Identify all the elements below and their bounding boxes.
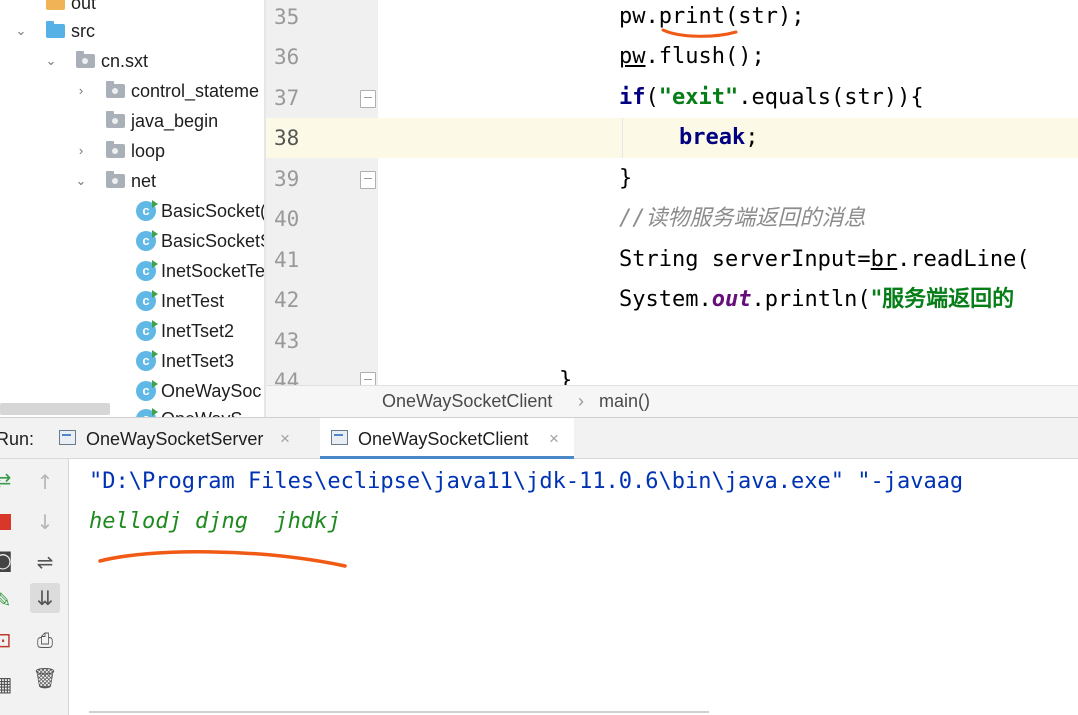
arrow-up-icon[interactable]: ↑ xyxy=(30,467,60,497)
tree-horizontal-scrollbar[interactable] xyxy=(0,403,110,415)
close-icon[interactable]: × xyxy=(549,418,559,460)
tree-item-control-statement[interactable]: › control_stateme xyxy=(0,76,264,106)
java-class-icon: c xyxy=(136,408,158,417)
tree-item-class[interactable]: c BasicSocketS xyxy=(0,226,266,256)
code-line-41: String serverInput=br.readLine( xyxy=(619,247,1030,272)
line-number: 35 xyxy=(274,5,300,29)
java-class-icon: c xyxy=(136,290,158,311)
line-number: 38 xyxy=(274,126,300,150)
code-line-38: break; xyxy=(679,125,759,150)
code-line-44: } xyxy=(559,368,573,385)
chevron-down-icon[interactable]: ⌄ xyxy=(74,166,88,196)
package-icon xyxy=(76,51,95,68)
line-number: 41 xyxy=(274,248,300,272)
tree-item-class[interactable]: c InetSocketTe xyxy=(0,256,265,286)
stop-icon[interactable] xyxy=(0,505,18,535)
tree-item-class[interactable]: c InetTset3 xyxy=(0,346,264,376)
java-class-icon: c xyxy=(136,350,158,371)
java-class-icon: c xyxy=(136,230,158,251)
tree-item-java-begin[interactable]: java_begin xyxy=(0,106,264,136)
fold-marker-icon[interactable] xyxy=(360,171,376,189)
rerun-icon[interactable]: ⇄ xyxy=(0,465,18,495)
line-number: 37 xyxy=(274,86,300,110)
arrow-down-icon[interactable]: ↓ xyxy=(30,507,60,537)
project-tree: out ⌄ src ⌄ cn.sxt › control_stateme jav… xyxy=(0,0,266,417)
tree-item-net[interactable]: ⌄ net xyxy=(0,166,264,196)
chevron-right-icon[interactable]: › xyxy=(74,136,88,166)
java-class-icon: c xyxy=(136,260,158,281)
tree-item-loop[interactable]: › loop xyxy=(0,136,264,166)
scroll-to-end-icon[interactable]: ⇊ xyxy=(30,583,60,613)
package-icon xyxy=(106,111,125,128)
source-folder-icon xyxy=(46,21,65,38)
tree-item-class[interactable]: c InetTset2 xyxy=(0,316,264,346)
line-number: 36 xyxy=(274,45,300,69)
code-editor[interactable]: pw.print(str); pw.flush(); if("exit".equ… xyxy=(378,0,1078,385)
trash-icon[interactable]: 🗑 xyxy=(30,663,60,693)
tree-item-class[interactable]: c InetTest xyxy=(0,286,264,316)
console-scrollbar[interactable] xyxy=(89,711,709,713)
run-toolbar-secondary: ↑ ↓ ⇌ ⇊ ⎙ 🗑 xyxy=(22,459,69,715)
run-tool-window-header: Run: OneWaySocketServer × OneWaySocketCl… xyxy=(0,417,1078,459)
breadcrumb: OneWaySocketClient › main() xyxy=(266,385,1078,418)
close-icon[interactable]: × xyxy=(280,418,290,460)
tab-run-client[interactable]: OneWaySocketClient × xyxy=(320,418,574,459)
breadcrumb-separator: › xyxy=(578,391,584,411)
breadcrumb-method[interactable]: main() xyxy=(599,386,650,416)
run-console-icon xyxy=(59,430,76,445)
soft-wrap-icon[interactable]: ⇌ xyxy=(30,547,60,577)
code-line-40: //读物服务端返回的消息 xyxy=(619,206,866,231)
breadcrumb-class[interactable]: OneWaySocketClient xyxy=(382,386,552,416)
chevron-right-icon[interactable]: › xyxy=(74,76,88,106)
chevron-down-icon[interactable]: ⌄ xyxy=(44,46,58,76)
fold-marker-icon[interactable] xyxy=(360,90,376,108)
line-number: 43 xyxy=(274,329,300,353)
indent-guide xyxy=(622,118,623,158)
java-class-icon: c xyxy=(136,320,158,341)
editor-gutter: 35 36 37 38 39 40 41 42 43 44 xyxy=(266,0,378,385)
folder-icon xyxy=(46,0,65,10)
code-line-35: pw.print(str); xyxy=(619,4,805,29)
tree-item-cn-sxt[interactable]: ⌄ cn.sxt xyxy=(0,46,264,76)
package-icon xyxy=(106,141,125,158)
code-line-36: pw.flush(); xyxy=(619,44,765,69)
fold-marker-icon[interactable] xyxy=(360,372,376,385)
tree-item-src[interactable]: ⌄ src xyxy=(0,16,264,46)
line-number: 40 xyxy=(274,207,300,231)
code-line-42: System.out.println("服务端返回的 xyxy=(619,287,1015,312)
run-console-icon xyxy=(331,430,348,445)
line-number: 44 xyxy=(274,369,300,385)
tab-run-server[interactable]: OneWaySocketServer × xyxy=(50,418,306,459)
code-line-39: } xyxy=(619,166,633,191)
layout-icon[interactable]: ▦ xyxy=(0,669,18,699)
line-number: 39 xyxy=(274,167,300,191)
console-command-line: "D:\Program Files\eclipse\java11\jdk-11.… xyxy=(89,469,964,494)
print-icon[interactable]: ⎙ xyxy=(30,625,60,655)
console-user-input: hellodj djng jhdkj xyxy=(89,509,341,534)
camera-icon[interactable]: ◙ xyxy=(0,545,18,575)
exit-icon[interactable]: ⊡ xyxy=(0,625,18,655)
code-line-37: if("exit".equals(str)){ xyxy=(619,85,924,110)
package-icon xyxy=(106,171,125,188)
chevron-down-icon[interactable]: ⌄ xyxy=(14,16,28,46)
console-output[interactable]: "D:\Program Files\eclipse\java11\jdk-11.… xyxy=(69,459,1078,715)
line-number: 42 xyxy=(274,288,300,312)
tree-item-class[interactable]: c OneWaySoc xyxy=(0,376,264,406)
java-class-icon: c xyxy=(136,380,158,401)
package-icon xyxy=(106,81,125,98)
run-toolbar-primary: ⇄ ◙ ✎ ⊡ ▦ xyxy=(0,459,23,715)
run-label: Run: xyxy=(0,429,35,449)
tree-item-class[interactable]: c BasicSocket( xyxy=(0,196,266,226)
restore-layout-icon[interactable]: ✎ xyxy=(0,585,18,615)
java-class-icon: c xyxy=(136,200,158,221)
